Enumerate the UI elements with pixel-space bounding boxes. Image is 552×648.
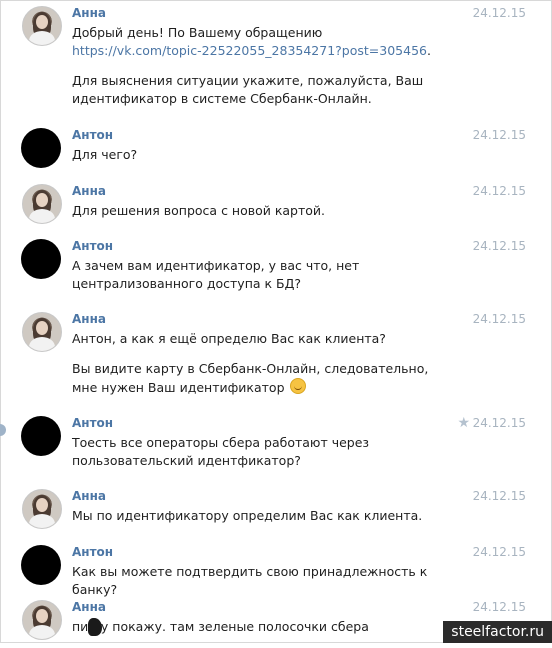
author-name[interactable]: Анна [72,184,106,198]
message-text: Добрый день! По Вашему обращению https:/… [72,24,452,120]
message: Анна 24.12.15 Антон, а как я ещё определ… [0,312,552,407]
watermark: steelfactor.ru [443,621,552,643]
star-icon[interactable]: ★ [457,415,470,431]
message-date[interactable]: 24.12.15 [473,6,526,20]
message-date[interactable]: 24.12.15 [473,184,526,198]
message-paragraph: пи ду покажу. там зеленые полосочки сбер… [72,619,369,634]
message: Анна 24.12.15 Мы по идентификатору опред… [0,489,552,539]
text-fragment: Вы видите карту в Сбербанк-Онлайн, следо… [72,361,429,395]
text-fragment: . [426,43,431,58]
text-fragment: Добрый день! По Вашему обращению [72,25,323,40]
message-date[interactable]: 24.12.15 [473,489,526,503]
avatar-anton[interactable] [21,239,61,279]
avatar-anton[interactable] [21,416,61,456]
author-name[interactable]: Антон [72,239,113,253]
message-date[interactable]: 24.12.15 [473,600,526,614]
message-text: Антон, а как я ещё определю Вас как клие… [72,330,452,409]
message-text: Для чего? [72,146,452,176]
message-text: пи ду покажу. там зеленые полосочки сбер… [72,618,452,648]
message-text: Мы по идентификатору определим Вас как к… [72,507,452,537]
message-paragraph: Для чего? [72,147,138,162]
message-text: А зачем вам идентификатор, у вас что, не… [72,257,452,305]
selection-check-icon[interactable] [0,424,6,436]
message-date[interactable]: 24.12.15 [473,545,526,559]
message: Антон 24.12.15 Как вы можете подтвердить… [0,545,552,597]
author-name[interactable]: Анна [72,600,106,614]
message: Анна 24.12.15 Для решения вопроса с ново… [0,184,552,234]
message-date[interactable]: 24.12.15 [473,312,526,326]
message: Антон 24.12.15 Для чего? [0,128,552,178]
avatar-anna[interactable] [22,312,62,352]
message-paragraph: Для решения вопроса с новой картой. [72,203,326,218]
avatar-anton[interactable] [21,128,61,168]
avatar-anna[interactable] [22,600,62,640]
message-text: Тоесть все операторы сбера работают чере… [72,434,452,482]
message-date[interactable]: 24.12.15 [473,128,526,142]
message-paragraph: Как вы можете подтвердить свою принадлеж… [72,564,428,597]
message-link[interactable]: https://vk.com/topic-22522055_28354271?p… [72,43,427,58]
avatar-anna[interactable] [22,489,62,529]
message-paragraph: Тоесть все операторы сбера работают чере… [72,435,370,468]
message: Антон ★ 24.12.15 Тоесть все операторы сб… [0,415,552,482]
author-name[interactable]: Анна [72,312,106,326]
message-paragraph: Вы видите карту в Сбербанк-Онлайн, следо… [72,360,452,397]
avatar-anton[interactable] [21,545,61,585]
message-paragraph: Антон, а как я ещё определю Вас как клие… [72,331,386,346]
avatar-anna[interactable] [22,184,62,224]
message-date[interactable]: 24.12.15 [473,416,526,430]
author-name[interactable]: Антон [72,128,113,142]
message-paragraph: А зачем вам идентификатор, у вас что, не… [72,258,360,291]
avatar-anna[interactable] [22,6,62,46]
author-name[interactable]: Антон [72,416,113,430]
smile-emoji-icon [290,378,307,394]
message: Анна 24.12.15 Добрый день! По Вашему обр… [0,6,552,116]
author-name[interactable]: Антон [72,545,113,559]
message-paragraph: Для выяснения ситуации укажите, пожалуйс… [72,73,424,106]
message-text: Для решения вопроса с новой картой. [72,202,452,232]
message-paragraph: Добрый день! По Вашему обращению https:/… [72,24,452,60]
message-paragraph: Мы по идентификатору определим Вас как к… [72,508,423,523]
author-name[interactable]: Анна [72,489,106,503]
message-date[interactable]: 24.12.15 [473,239,526,253]
message: Антон 24.12.15 А зачем вам идентификатор… [0,239,552,303]
redaction-blot [88,618,102,636]
author-name[interactable]: Анна [72,6,106,20]
